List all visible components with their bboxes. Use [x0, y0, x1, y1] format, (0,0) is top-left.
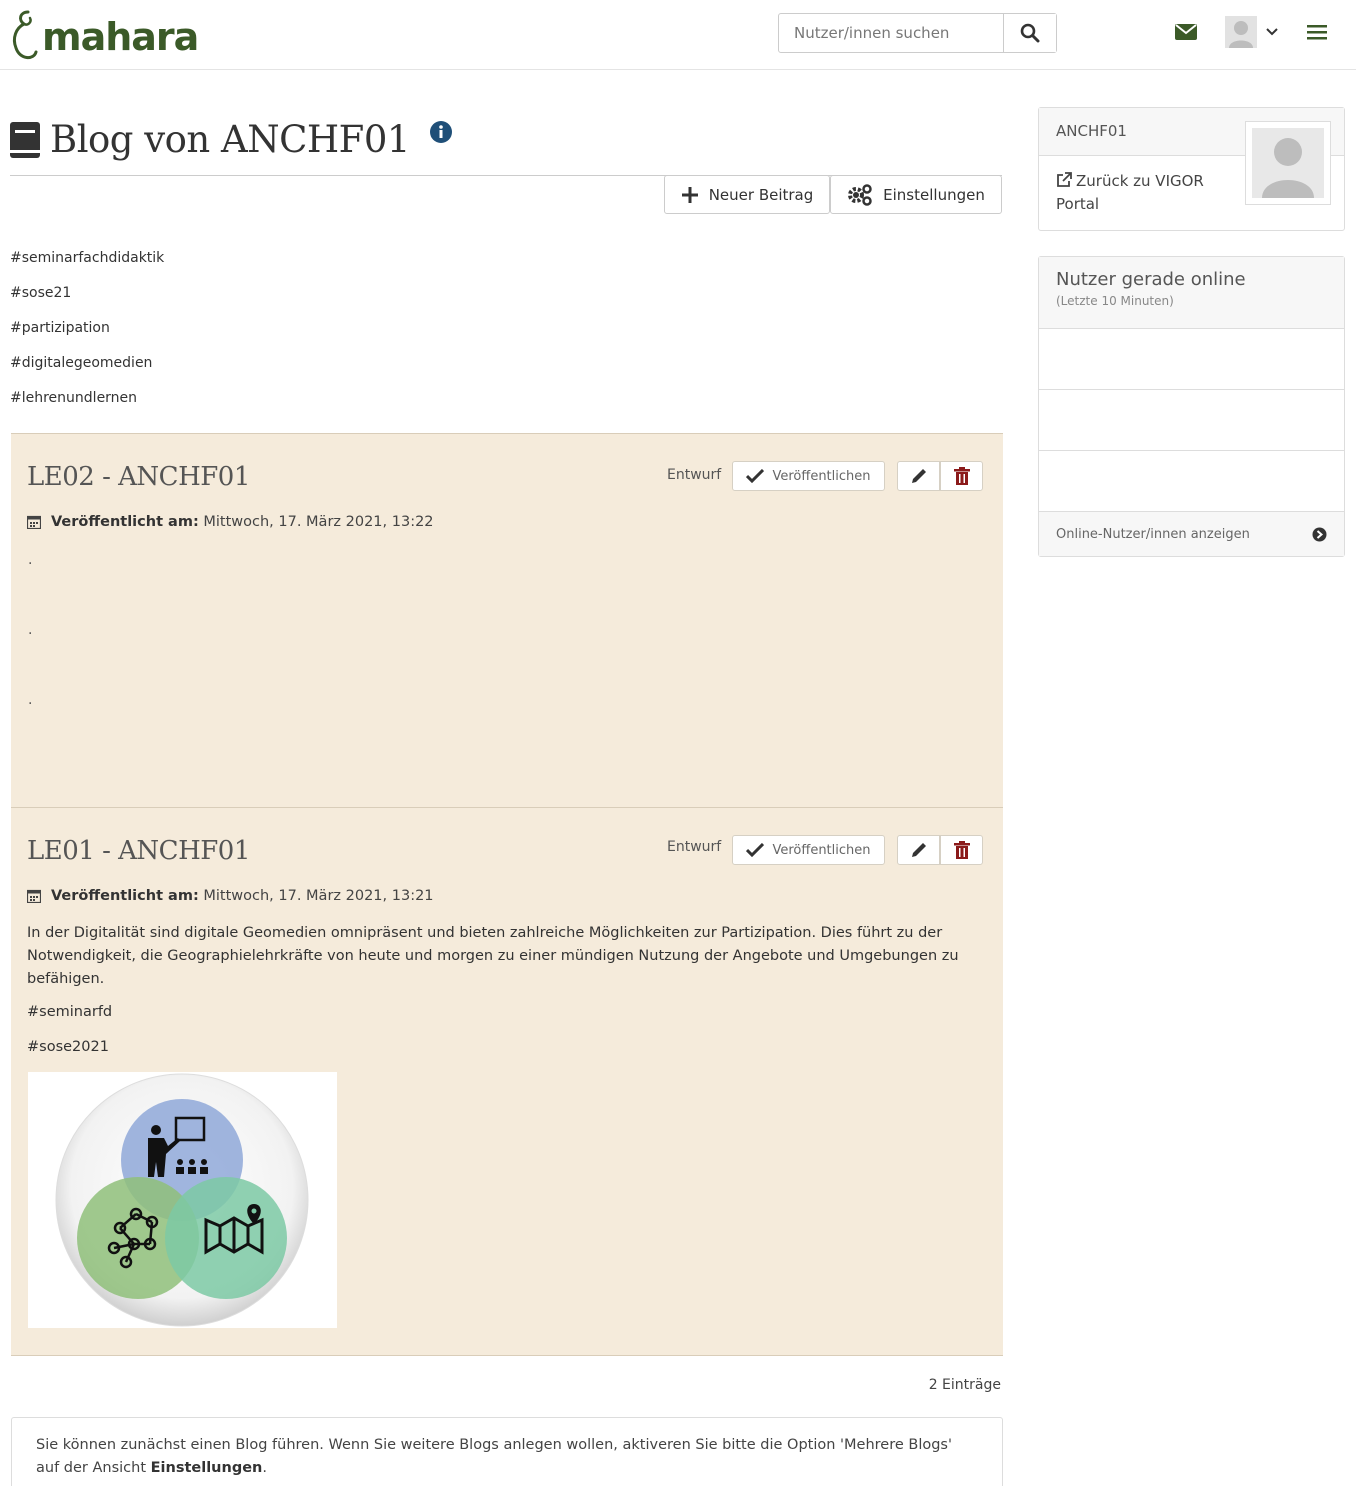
user-search: [778, 13, 1057, 53]
post-meta: Veröffentlicht am: Mittwoch, 17. März 20…: [27, 514, 434, 530]
main-menu-button[interactable]: [1306, 20, 1328, 44]
post-tag[interactable]: #seminarfd: [27, 1004, 112, 1020]
tag-link[interactable]: #lehrenundlernen: [10, 387, 164, 422]
new-post-label: Neuer Beitrag: [708, 185, 814, 204]
trash-icon: [953, 841, 970, 859]
post-title[interactable]: LE01 - ANCHF01: [27, 836, 250, 866]
post-body-line: .: [28, 622, 33, 638]
tag-link[interactable]: #seminarfachdidaktik: [10, 247, 164, 282]
post-body: In der Digitalität sind digitale Geomedi…: [27, 925, 959, 987]
mahara-logo[interactable]: mahara: [10, 8, 199, 64]
page-title: Blog von ANCHF01: [50, 118, 410, 161]
trash-icon: [953, 467, 970, 485]
calendar-icon: [27, 889, 41, 903]
profile-card: ANCHF01 Zurück zu VIGOR Portal: [1038, 107, 1345, 231]
settings-label: Einstellungen: [883, 185, 985, 204]
online-users-title: Nutzer gerade online: [1056, 269, 1246, 290]
publish-button[interactable]: Veröffentlichen: [732, 835, 885, 865]
user-menu-button[interactable]: [1222, 14, 1282, 50]
search-input[interactable]: [779, 14, 1003, 52]
tag-link[interactable]: #partizipation: [10, 317, 164, 352]
back-to-portal-link[interactable]: Zurück zu VIGOR Portal: [1056, 170, 1231, 216]
online-user-row: [1039, 329, 1344, 390]
logo-text: mahara: [42, 15, 199, 59]
geomedia-venn-image: [55, 1073, 309, 1327]
book-icon: [10, 121, 40, 158]
mahara-logo-mark-icon: [12, 10, 38, 59]
info-box: Sie können zunächst einen Blog führen. W…: [11, 1417, 1003, 1486]
settings-link[interactable]: Einstellungen: [151, 1460, 263, 1476]
online-user-row: [1039, 390, 1344, 451]
post-body-line: .: [28, 692, 33, 708]
online-users-subtitle: (Letzte 10 Minuten): [1056, 294, 1174, 308]
online-users-card: Nutzer gerade online (Letzte 10 Minuten)…: [1038, 256, 1345, 557]
avatar[interactable]: [1245, 121, 1331, 205]
back-link-label: Zurück zu VIGOR Portal: [1056, 172, 1204, 213]
published-date: Mittwoch, 17. März 2021, 13:22: [203, 514, 434, 530]
user-placeholder-icon: [1262, 138, 1314, 198]
publish-button[interactable]: Veröffentlichen: [732, 461, 885, 491]
calendar-icon: [27, 515, 41, 529]
pencil-icon: [911, 843, 926, 857]
edit-button[interactable]: [897, 835, 940, 865]
plus-icon: [681, 186, 698, 203]
post-title[interactable]: LE02 - ANCHF01: [27, 462, 250, 492]
info-text-end: .: [262, 1460, 267, 1476]
entry-count: 2 Einträge: [928, 1377, 1001, 1393]
edit-button[interactable]: [897, 461, 940, 491]
cogs-icon: [848, 183, 872, 206]
page-title-row: Blog von ANCHF01: [10, 118, 452, 161]
blog-tags: #seminarfachdidaktik #sose21 #partizipat…: [10, 247, 164, 422]
arrow-circle-right-icon: [1312, 527, 1327, 541]
mail-button[interactable]: [1174, 20, 1198, 44]
delete-button[interactable]: [940, 835, 983, 865]
published-label: Veröffentlicht am:: [51, 514, 199, 530]
published-date: Mittwoch, 17. März 2021, 13:21: [203, 888, 434, 904]
post-body-line: .: [28, 552, 33, 568]
info-icon[interactable]: [429, 120, 452, 143]
draft-status: Entwurf: [667, 839, 722, 855]
online-user-row: [1039, 451, 1344, 512]
tag-link[interactable]: #digitalegeomedien: [10, 352, 164, 387]
chevron-down-icon: [1266, 28, 1278, 36]
online-users-header: Nutzer gerade online (Letzte 10 Minuten): [1039, 257, 1344, 329]
draft-status: Entwurf: [667, 467, 722, 483]
check-icon: [746, 843, 765, 857]
menu-icon: [1307, 25, 1327, 40]
search-button[interactable]: [1003, 14, 1056, 52]
site-header: mahara: [0, 0, 1356, 70]
avatar-image: [1252, 128, 1324, 198]
publish-label: Veröffentlichen: [772, 468, 871, 484]
tag-link[interactable]: #sose21: [10, 282, 164, 317]
mail-icon: [1175, 24, 1197, 40]
delete-button[interactable]: [940, 461, 983, 491]
post-image: [28, 1072, 337, 1328]
search-icon: [1020, 23, 1040, 43]
publish-label: Veröffentlichen: [772, 842, 871, 858]
published-label: Veröffentlicht am:: [51, 888, 199, 904]
new-post-button[interactable]: Neuer Beitrag: [664, 175, 830, 214]
post-tag[interactable]: #sose2021: [27, 1039, 109, 1055]
blog-post: LE02 - ANCHF01 Entwurf Veröffentlichen V…: [11, 433, 1003, 808]
show-online-users-link[interactable]: Online-Nutzer/innen anzeigen: [1039, 512, 1344, 556]
show-online-users-label: Online-Nutzer/innen anzeigen: [1056, 526, 1250, 542]
external-link-icon: [1057, 172, 1072, 187]
check-icon: [746, 469, 765, 483]
blog-post: LE01 - ANCHF01 Entwurf Veröffentlichen V…: [11, 807, 1003, 1356]
post-meta: Veröffentlicht am: Mittwoch, 17. März 20…: [27, 888, 434, 904]
settings-button[interactable]: Einstellungen: [830, 175, 1002, 214]
pencil-icon: [911, 469, 926, 483]
user-icon: [1225, 16, 1257, 48]
